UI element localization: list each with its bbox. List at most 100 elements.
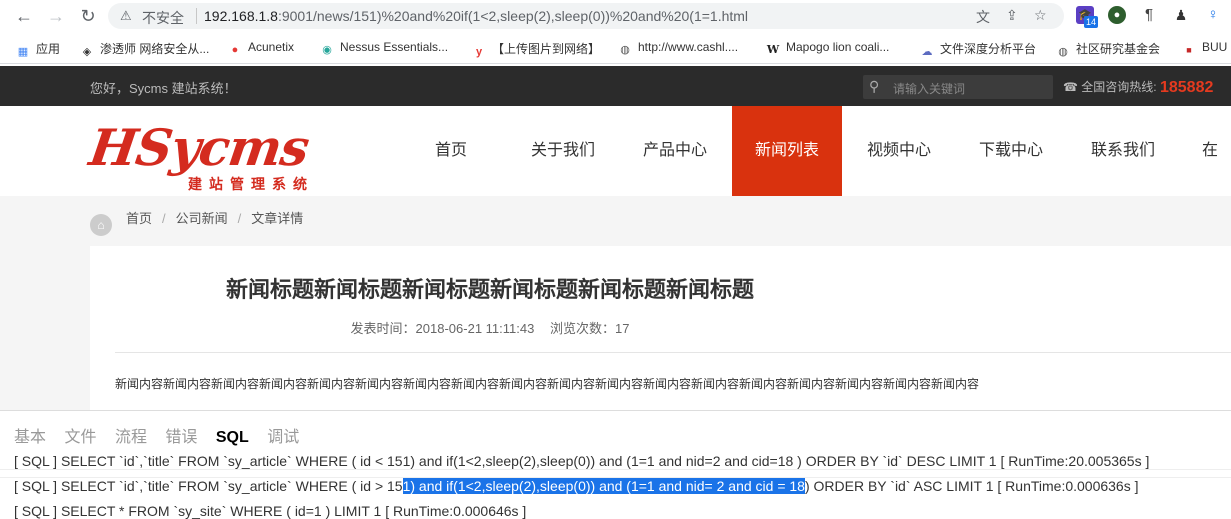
extension-green-icon[interactable]: ● (1108, 6, 1126, 24)
sql-text: ) ORDER BY `id` ASC LIMIT 1 [ RunTime:0.… (804, 478, 1139, 494)
breadcrumb: ⌂ 首页 / 公司新闻 / 文章详情 (90, 208, 303, 236)
bookmark-label: Acunetix (248, 40, 295, 54)
sql-selected-text: 1) and if(1<2,sleep(2),sleep(0)) and (1=… (402, 478, 805, 494)
bookmark-star-icon[interactable]: ☆ (1034, 7, 1047, 24)
bookmark-item[interactable]: ◉ Nessus Essentials... (320, 40, 448, 57)
tab-file[interactable]: 文件 (64, 423, 96, 447)
home-icon[interactable]: ⌂ (90, 214, 112, 236)
breadcrumb-category[interactable]: 公司新闻 (176, 211, 228, 226)
site-search[interactable]: ⚲ 请输入关键词 (863, 75, 1053, 99)
bookmark-apps[interactable]: ▦ 应用 (16, 40, 60, 59)
bookmark-label: 渗透师 网络安全从... (100, 42, 210, 56)
tab-sql[interactable]: SQL (216, 429, 249, 447)
sql-line: [ SQL ] SELECT `id`,`title` FROM `sy_art… (14, 478, 1139, 494)
bookmark-label: Mapogo lion coali... (786, 40, 890, 54)
bookmark-item[interactable]: ● Acunetix (228, 40, 294, 57)
shield-icon: ◈ (82, 46, 92, 58)
tab-error[interactable]: 错误 (165, 423, 197, 447)
reload-icon[interactable]: ↻ (76, 4, 100, 28)
article-divider (115, 352, 1231, 353)
nav-item-online[interactable]: 在线 (1180, 106, 1231, 249)
bookmark-label: 社区研究基金会 (1076, 42, 1161, 56)
sql-line: [ SQL ] SELECT `id`,`title` FROM `sy_art… (14, 453, 1150, 469)
omnibox-separator (196, 8, 197, 24)
breadcrumb-home[interactable]: 首页 (126, 211, 152, 226)
article-card: 新闻标题新闻标题新闻标题新闻标题新闻标题新闻标题 发表时间：2018-06-21… (90, 246, 1231, 410)
nav-item-download[interactable]: 下载中心 (956, 106, 1066, 196)
sql-divider (0, 469, 1231, 470)
sql-text: [ SQL ] SELECT `id`,`title` FROM `sy_art… (14, 478, 403, 494)
breadcrumb-separator: / (162, 211, 166, 226)
url-path: :9001/news/151)%20and%20if(1<2,sleep(2),… (277, 8, 749, 24)
view-count: 浏览次数：17 (549, 321, 630, 336)
search-icon[interactable]: ⚲ (869, 78, 879, 95)
logo-main-text: HSycms (85, 118, 313, 177)
pilcrow-icon[interactable]: ¶ (1140, 6, 1158, 24)
bookmark-label: 【上传图片到网络】 (492, 42, 601, 56)
bookmark-item[interactable]: W Mapogo lion coali... (766, 40, 890, 57)
nav-item-contact[interactable]: 联系我们 (1068, 106, 1178, 196)
tab-debug[interactable]: 调试 (267, 423, 299, 447)
share-icon[interactable]: ⇪ (1006, 7, 1018, 24)
bookmark-label: BUU (1202, 40, 1228, 54)
breadcrumb-separator: / (237, 211, 242, 226)
sql-line: [ SQL ] SELECT * FROM `sy_site` WHERE ( … (14, 503, 527, 519)
bookmark-label: http://www.cashl.... (638, 40, 739, 54)
trace-tabs: 基本 文件 流程 错误 SQL 调试 (14, 423, 313, 447)
bookmark-item[interactable]: ◍ http://www.cashl.... (618, 40, 738, 57)
bookmark-item[interactable]: ☁ 文件深度分析平台 (920, 40, 1037, 59)
wikipedia-icon: W (766, 43, 780, 56)
bookmark-item[interactable]: y 【上传图片到网络】 (472, 40, 600, 59)
incognito-icon[interactable]: ♟ (1172, 6, 1190, 24)
globe-icon: ◍ (620, 44, 630, 56)
article-body: 新闻内容新闻内容新闻内容新闻内容新闻内容新闻内容新闻内容新闻内容新闻内容新闻内容… (115, 377, 980, 391)
greeting-text: 您好，Sycms 建站系统！ (90, 81, 237, 96)
hotline-number: 185882 (1159, 79, 1214, 96)
bookmark-label: 文件深度分析平台 (940, 42, 1037, 56)
bookmark-item[interactable]: ■ BUU (1182, 40, 1227, 57)
forward-arrow-icon[interactable]: → (44, 4, 68, 28)
cloud-icon: ☁ (921, 46, 933, 58)
nav-item-home[interactable]: 首页 (396, 106, 506, 196)
nav-item-products[interactable]: 产品中心 (620, 106, 730, 196)
nav-item-news[interactable]: 新闻列表 (732, 106, 842, 196)
tab-basic[interactable]: 基本 (14, 423, 46, 447)
logo-sub-text: 建站管理系统 (188, 176, 314, 192)
globe-icon: ◍ (1058, 46, 1068, 58)
bookmarks-bar: ▦ 应用 ◈ 渗透师 网络安全从... ● Acunetix ◉ Nessus Esse… (0, 32, 1231, 64)
y-icon: y (475, 46, 483, 58)
address-bar[interactable]: ⚠ 不安全 192.168.1.8:9001/news/151)%20and%2… (108, 3, 1064, 29)
extension-badge: 14 (1084, 16, 1098, 28)
warning-icon[interactable]: ⚠ (120, 8, 132, 24)
bookmark-item[interactable]: ◈ 渗透师 网络安全从... (80, 40, 210, 59)
hotline: ☎ 全国咨询热线: 185882 (1063, 78, 1213, 97)
url-host: 192.168.1.8 (204, 8, 278, 24)
publish-time: 发表时间：2018-06-21 11:11:43 (350, 321, 535, 336)
article-meta: 发表时间：2018-06-21 11:11:43 浏览次数：17 (90, 318, 890, 337)
bookmark-label: Nessus Essentials... (340, 40, 449, 54)
buu-icon: ■ (1186, 45, 1192, 55)
url-text[interactable]: 192.168.1.8:9001/news/151)%20and%20if(1<… (204, 8, 748, 24)
hotline-label: 全国咨询热线: (1081, 80, 1157, 94)
bookmark-item[interactable]: ◍ 社区研究基金会 (1056, 40, 1160, 59)
site-logo[interactable]: HSycms 建站管理系统 (86, 118, 340, 192)
breadcrumb-current: 文章详情 (251, 211, 304, 226)
tab-flow[interactable]: 流程 (115, 423, 147, 447)
acunetix-icon: ● (231, 44, 239, 56)
translate-icon[interactable]: 文 (976, 7, 990, 27)
bookmark-label: 应用 (36, 42, 61, 56)
back-arrow-icon[interactable]: ← (12, 4, 36, 28)
nav-item-about[interactable]: 关于我们 (508, 106, 618, 196)
insecure-label[interactable]: 不安全 (142, 8, 184, 28)
site-topbar: 您好，Sycms 建站系统！ ⚲ 请输入关键词 ☎ 全国咨询热线: 185882 (0, 66, 1231, 106)
site-header: HSycms 建站管理系统 首页 关于我们 产品中心 新闻列表 视频中心 下载中… (0, 106, 1231, 249)
article-title: 新闻标题新闻标题新闻标题新闻标题新闻标题新闻标题 (225, 277, 754, 302)
pin-icon[interactable]: ♀ (1204, 6, 1222, 24)
nessus-icon: ◉ (322, 44, 332, 56)
nav-item-video[interactable]: 视频中心 (844, 106, 954, 196)
phone-icon: ☎ (1063, 80, 1078, 94)
trace-panel: 基本 文件 流程 错误 SQL 调试 [ SQL ] SELECT `id`,`… (0, 410, 1231, 519)
apps-grid-icon: ▦ (17, 46, 29, 58)
search-placeholder[interactable]: 请输入关键词 (893, 80, 965, 97)
browser-toolbar: ← → ↻ ⚠ 不安全 192.168.1.8:9001/news/151)%2… (0, 0, 1231, 32)
